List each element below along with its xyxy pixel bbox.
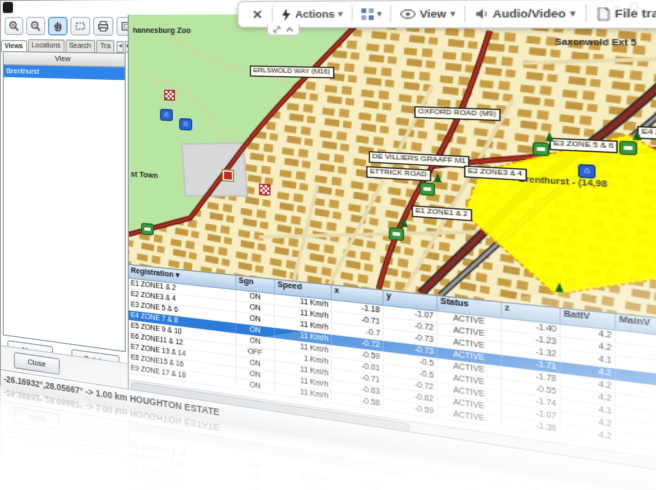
toolbar-close-button[interactable]: ✕ [243, 7, 272, 22]
vehicle-marker[interactable] [419, 182, 435, 196]
vehicle-marker[interactable] [141, 223, 154, 236]
floating-toolbar: ✕ Actions▾▾View▾Audio/Video▾File transfe… [237, 0, 656, 30]
view-list: View Brenthurst [3, 51, 126, 352]
cell-y: -0.59 [384, 482, 438, 490]
outer-window-controls[interactable]: – ▢ [614, 1, 642, 12]
menu-view[interactable]: View▾ [392, 8, 465, 20]
menu-audio-video[interactable]: Audio/Video▾ [466, 7, 586, 20]
grid-icon [361, 8, 373, 20]
tree-marker [545, 131, 554, 141]
poi-marker: ⌂ [578, 164, 595, 179]
close-button: Close [14, 406, 60, 430]
menu-grid[interactable]: ▾ [352, 8, 390, 20]
screenshot-stage: – ▢ [0, 0, 656, 490]
vehicle-marker[interactable] [533, 142, 550, 156]
tab-tra[interactable]: Tra [96, 40, 114, 53]
tab-search[interactable]: Search [65, 40, 95, 53]
lightning-icon [281, 8, 292, 20]
tree-marker [434, 172, 442, 182]
file-icon [597, 7, 610, 21]
map-tools [5, 17, 137, 36]
tree-marker [400, 217, 408, 227]
map-text-saxonwold-ext-5: Saxonwold Ext 5 [555, 39, 636, 48]
menu-actions[interactable]: Actions▾ [273, 8, 351, 21]
pan-tool-button[interactable] [48, 17, 67, 36]
expand-icon [273, 26, 281, 34]
eye-icon [401, 9, 416, 18]
poi-marker: ⌂ [160, 109, 173, 121]
map-label-erlswold-way-m16-: ERLSWOLD WAY (M16) [250, 65, 334, 78]
tree-marker [633, 130, 642, 141]
app-icon [3, 2, 13, 13]
select-rect-button[interactable] [70, 17, 90, 36]
speaker-icon [475, 8, 489, 20]
map-text-hannesburg-zoo: hannesburg Zoo [133, 27, 191, 35]
collapse-chevron-icon [286, 27, 294, 33]
redsq-marker [223, 170, 233, 181]
zoom-in-button[interactable] [5, 17, 24, 35]
vehicle-marker[interactable] [389, 227, 404, 241]
list-item-brenthurst[interactable]: Brenthurst [4, 65, 125, 80]
vehicle-marker[interactable] [619, 141, 637, 156]
tab-locations[interactable]: Locations [28, 39, 64, 52]
print-button[interactable] [93, 17, 113, 36]
tree-marker [555, 282, 564, 293]
flag-marker [164, 90, 175, 101]
perspective-scene: ViewsLocationsSearchTra◄► View Brenthurs… [0, 0, 656, 490]
poi-marker: ⌂ [179, 118, 192, 130]
zoom-out-button[interactable] [26, 17, 45, 35]
toolbar-collapse-tab[interactable] [267, 24, 300, 35]
flag-marker [259, 184, 270, 196]
tabs-scroll-left-button[interactable]: ◄ [117, 41, 124, 53]
left-panel: ViewsLocationsSearchTra◄► View Brenthurs… [1, 15, 128, 374]
